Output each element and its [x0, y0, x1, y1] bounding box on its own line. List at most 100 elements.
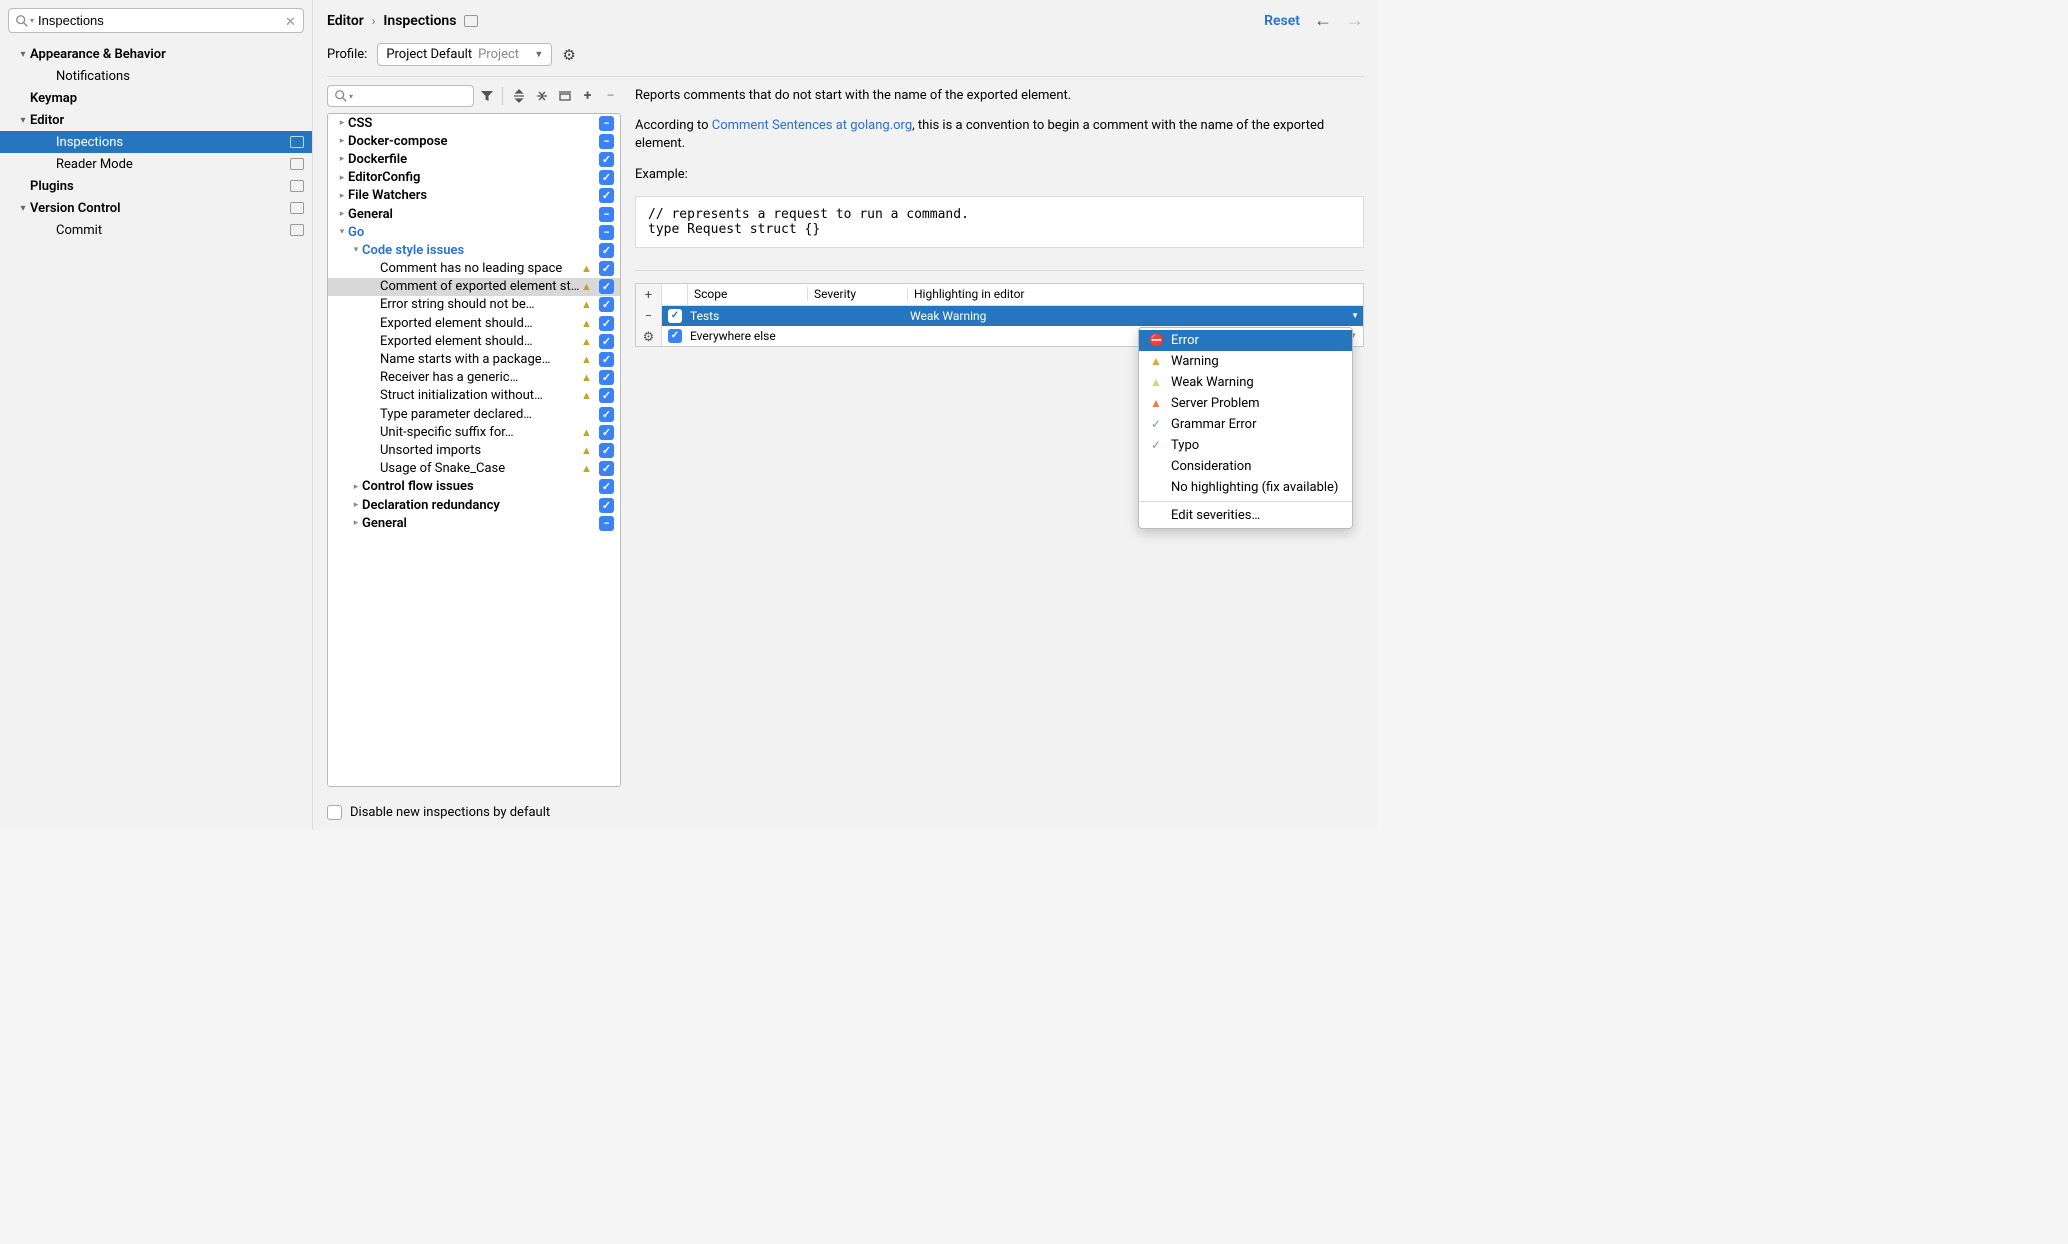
inspection-checkbox[interactable]	[599, 152, 614, 167]
severity-option[interactable]: ✓Grammar Error	[1139, 414, 1352, 435]
inspection-item[interactable]: Unit-specific suffix for…▲	[328, 423, 620, 441]
inspection-item[interactable]: Receiver has a generic…▲	[328, 369, 620, 387]
sidebar-item[interactable]: Reader Mode	[0, 153, 312, 175]
back-button[interactable]: ←	[1314, 10, 1332, 31]
inspection-item[interactable]: ▸Docker-compose	[328, 132, 620, 150]
inspection-checkbox[interactable]	[599, 388, 614, 403]
inspection-checkbox[interactable]	[599, 443, 614, 458]
inspection-item[interactable]: Type parameter declared…	[328, 405, 620, 423]
edit-severities-item[interactable]: Edit severities…	[1139, 505, 1352, 526]
inspection-checkbox[interactable]	[599, 316, 614, 331]
inspection-item[interactable]: Comment of exported element starts with.…	[328, 278, 620, 296]
inspection-item[interactable]: Exported element should…▲	[328, 314, 620, 332]
sidebar-item[interactable]: Inspections	[0, 131, 312, 153]
error-icon: ⛔	[1149, 333, 1163, 347]
scope-gear-icon[interactable]: ⚙	[643, 330, 655, 345]
expand-all-icon[interactable]	[508, 85, 529, 107]
inspection-item[interactable]: Usage of Snake_Case▲	[328, 460, 620, 478]
inspection-item[interactable]: Unsorted imports▲	[328, 441, 620, 459]
scope-row[interactable]: ✓TestsWeak Warning▼	[662, 306, 1363, 326]
inspection-item[interactable]: Name starts with a package…▲	[328, 350, 620, 368]
inspection-checkbox[interactable]	[599, 188, 614, 203]
inspection-item[interactable]: ▾Code style issues	[328, 241, 620, 259]
warning-icon: ▲	[581, 317, 593, 330]
inspection-search[interactable]: ▾	[327, 85, 474, 107]
add-icon[interactable]: +	[577, 85, 598, 107]
inspection-item[interactable]: Struct initialization without…▲	[328, 387, 620, 405]
severity-option[interactable]: No highlighting (fix available)	[1139, 477, 1352, 498]
inspection-checkbox[interactable]	[599, 170, 614, 185]
add-scope-button[interactable]: +	[645, 288, 652, 303]
severity-dropdown: ⛔Error▲Warning▲Weak Warning▲Server Probl…	[1138, 327, 1353, 529]
filter-icon[interactable]	[476, 85, 497, 107]
inspection-checkbox[interactable]	[599, 479, 614, 494]
grammar-icon: ✓	[1149, 417, 1163, 431]
sidebar-item[interactable]: Commit	[0, 219, 312, 241]
clear-icon[interactable]: ✕	[285, 15, 297, 27]
inspection-checkbox[interactable]	[599, 370, 614, 385]
sidebar-item[interactable]: ▾Editor	[0, 109, 312, 131]
forward-button: →	[1346, 10, 1364, 31]
inspection-checkbox[interactable]	[599, 334, 614, 349]
inspection-checkbox[interactable]	[599, 225, 614, 240]
inspection-checkbox[interactable]	[599, 243, 614, 258]
severity-option[interactable]: ⛔Error	[1139, 330, 1352, 351]
inspection-item[interactable]: ▸General	[328, 514, 620, 532]
inspection-item[interactable]: Exported element should…▲	[328, 332, 620, 350]
project-badge-icon	[290, 136, 304, 148]
severity-option[interactable]: ▲Weak Warning	[1139, 372, 1352, 393]
inspection-item[interactable]: ▸File Watchers	[328, 187, 620, 205]
severity-option[interactable]: Consideration	[1139, 456, 1352, 477]
remove-scope-button[interactable]: −	[645, 309, 652, 324]
inspection-checkbox[interactable]	[599, 425, 614, 440]
inspection-checkbox[interactable]	[599, 279, 614, 294]
warn1-icon: ▲	[1149, 354, 1163, 368]
inspection-checkbox[interactable]	[599, 116, 614, 131]
inspection-checkbox[interactable]	[599, 297, 614, 312]
inspection-item[interactable]: ▸Control flow issues	[328, 478, 620, 496]
sidebar-item[interactable]: ▾Version Control	[0, 197, 312, 219]
gear-icon[interactable]: ⚙	[562, 46, 575, 64]
chevron-down-icon: ▼	[534, 49, 543, 60]
inspection-checkbox[interactable]	[599, 261, 614, 276]
inspection-checkbox[interactable]	[599, 352, 614, 367]
inspection-item[interactable]: ▸CSS	[328, 114, 620, 132]
inspection-checkbox[interactable]	[599, 461, 614, 476]
sidebar-search[interactable]: ▾ ✕	[8, 8, 304, 33]
typo-icon: ✓	[1149, 438, 1163, 452]
sidebar-item[interactable]: Notifications	[0, 65, 312, 87]
scope-header: Scope	[688, 287, 808, 301]
scope-checkbox[interactable]: ✓	[668, 329, 682, 343]
inspection-item[interactable]: ▸General	[328, 205, 620, 223]
sidebar-item[interactable]: ▾Appearance & Behavior	[0, 43, 312, 65]
inspection-item[interactable]: ▸EditorConfig	[328, 169, 620, 187]
scope-checkbox[interactable]: ✓	[668, 309, 682, 323]
doc-link[interactable]: Comment Sentences at golang.org	[712, 118, 912, 133]
remove-icon[interactable]: −	[600, 85, 621, 107]
severity-option[interactable]: ▲Warning	[1139, 351, 1352, 372]
inspection-checkbox[interactable]	[599, 207, 614, 222]
inspection-checkbox[interactable]	[599, 498, 614, 513]
inspection-item[interactable]: ▾Go	[328, 223, 620, 241]
reset-button[interactable]: Reset	[1264, 13, 1300, 29]
reset-defaults-icon[interactable]	[554, 85, 575, 107]
severity-option[interactable]: ✓Typo	[1139, 435, 1352, 456]
sidebar-item[interactable]: Keymap	[0, 87, 312, 109]
inspection-checkbox[interactable]	[599, 516, 614, 531]
warning-icon: ▲	[581, 389, 593, 402]
inspection-item[interactable]: Error string should not be…▲	[328, 296, 620, 314]
chevron-right-icon: ›	[364, 14, 384, 28]
severity-option[interactable]: ▲Server Problem	[1139, 393, 1352, 414]
warning-icon: ▲	[581, 298, 593, 311]
sidebar-item[interactable]: Plugins	[0, 175, 312, 197]
inspection-item[interactable]: ▸Declaration redundancy	[328, 496, 620, 514]
disable-new-checkbox[interactable]	[327, 805, 342, 820]
collapse-all-icon[interactable]	[531, 85, 552, 107]
sidebar-search-input[interactable]	[34, 13, 285, 28]
profile-select[interactable]: Project Default Project ▼	[377, 43, 552, 66]
inspection-item[interactable]: ▸Dockerfile	[328, 150, 620, 168]
inspection-checkbox[interactable]	[599, 134, 614, 149]
breadcrumb-parent[interactable]: Editor	[327, 13, 364, 29]
inspection-checkbox[interactable]	[599, 407, 614, 422]
inspection-item[interactable]: Comment has no leading space▲	[328, 260, 620, 278]
